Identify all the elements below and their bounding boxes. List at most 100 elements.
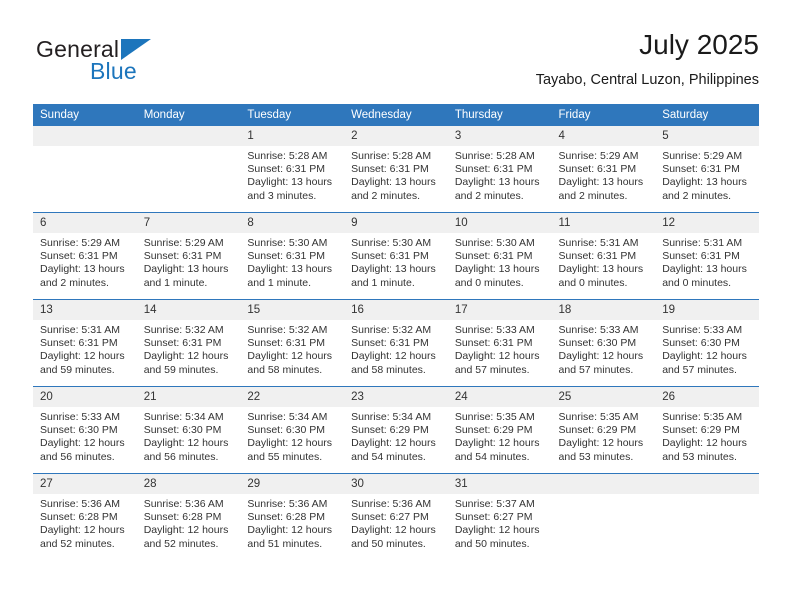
- daylight-duration-line1: Daylight: 13 hours: [247, 176, 333, 189]
- day-details: Sunrise: 5:33 AM Sunset: 6:30 PM Daylight:…: [33, 407, 137, 464]
- weekday-header-monday: Monday: [136, 104, 241, 126]
- sunset-time: Sunset: 6:28 PM: [40, 511, 118, 524]
- day-number: 25: [551, 387, 656, 407]
- sunset-time: Sunset: 6:28 PM: [247, 511, 326, 524]
- calendar-day-cell[interactable]: 21 Sunrise: 5:34 AM Sunset: 6:30 PM Dayligh…: [136, 386, 241, 474]
- calendar-day-cell[interactable]: 14 Sunrise: 5:32 AM Sunset: 6:31 PM Dayligh…: [136, 299, 241, 387]
- calendar-day-cell[interactable]: 5 Sunrise: 5:29 AM Sunset: 6:31 PM Daylight…: [655, 126, 759, 213]
- daylight-duration-line1: Daylight: 12 hours: [40, 350, 125, 363]
- calendar-day-cell[interactable]: 3 Sunrise: 5:28 AM Sunset: 6:31 PM Daylight…: [447, 126, 552, 213]
- calendar-day-cell[interactable]: 11 Sunrise: 5:31 AM Sunset: 6:31 PM Dayligh…: [551, 212, 656, 300]
- calendar-day-cell[interactable]: 25 Sunrise: 5:35 AM Sunset: 6:29 PM Dayligh…: [551, 386, 656, 474]
- logo-text-blue: Blue: [90, 58, 137, 84]
- sunset-time: Sunset: 6:30 PM: [40, 424, 118, 437]
- sunset-time: Sunset: 6:31 PM: [454, 337, 533, 350]
- general-blue-logo[interactable]: General Blue: [33, 36, 263, 92]
- daylight-duration-line1: Daylight: 12 hours: [662, 437, 747, 450]
- day-number: 8: [240, 213, 345, 233]
- day-number: 17: [447, 300, 552, 320]
- calendar-day-cell[interactable]: 10 Sunrise: 5:30 AM Sunset: 6:31 PM Dayligh…: [447, 212, 552, 300]
- sunset-time: Sunset: 6:29 PM: [662, 424, 740, 437]
- weekday-header-tuesday: Tuesday: [240, 104, 345, 126]
- calendar-day-cell[interactable]: 6 Sunrise: 5:29 AM Sunset: 6:31 PM Daylight…: [33, 212, 137, 300]
- day-details: Sunrise: 5:28 AM Sunset: 6:31 PM Daylight:…: [448, 146, 552, 203]
- daylight-duration-line2: and 1 minute.: [143, 276, 208, 289]
- calendar-day-cell[interactable]: 29 Sunrise: 5:36 AM Sunset: 6:28 PM Dayligh…: [240, 473, 345, 560]
- day-details: Sunrise: 5:33 AM Sunset: 6:30 PM Daylight:…: [552, 320, 656, 377]
- calendar-day-cell[interactable]: 13 Sunrise: 5:31 AM Sunset: 6:31 PM Dayligh…: [33, 299, 137, 387]
- calendar-day-cell[interactable]: 31 Sunrise: 5:37 AM Sunset: 6:27 PM Dayligh…: [447, 473, 552, 560]
- calendar-week-row: 6 Sunrise: 5:29 AM Sunset: 6:31 PM Daylight…: [33, 212, 759, 300]
- calendar-day-cell[interactable]: 1 Sunrise: 5:28 AM Sunset: 6:31 PM Daylight…: [240, 126, 345, 213]
- day-number: 4: [551, 126, 656, 146]
- calendar-day-cell[interactable]: 19 Sunrise: 5:33 AM Sunset: 6:30 PM Dayligh…: [655, 299, 759, 387]
- calendar-day-cell[interactable]: 4 Sunrise: 5:29 AM Sunset: 6:31 PM Daylight…: [551, 126, 656, 213]
- daylight-duration-line2: and 54 minutes.: [351, 450, 426, 463]
- day-number: 9: [344, 213, 448, 233]
- calendar-day-cell[interactable]: 8 Sunrise: 5:30 AM Sunset: 6:31 PM Daylight…: [240, 212, 345, 300]
- sunset-time: Sunset: 6:30 PM: [247, 424, 326, 437]
- daylight-duration-line1: Daylight: 12 hours: [247, 350, 333, 363]
- daylight-duration-line1: Daylight: 13 hours: [351, 263, 436, 276]
- daylight-duration-line1: Daylight: 13 hours: [662, 263, 747, 276]
- day-details: Sunrise: 5:33 AM Sunset: 6:30 PM Daylight:…: [655, 320, 759, 377]
- day-details: Sunrise: 5:29 AM Sunset: 6:31 PM Daylight:…: [655, 146, 759, 203]
- sunrise-time: Sunrise: 5:30 AM: [351, 237, 432, 249]
- day-number: 6: [33, 213, 137, 233]
- daylight-duration-line1: Daylight: 13 hours: [247, 263, 333, 276]
- day-number: 30: [344, 474, 448, 494]
- daylight-duration-line1: Daylight: 12 hours: [143, 437, 229, 450]
- calendar-day-cell[interactable]: 18 Sunrise: 5:33 AM Sunset: 6:30 PM Dayligh…: [551, 299, 656, 387]
- sunset-time: Sunset: 6:31 PM: [247, 250, 326, 263]
- day-details: Sunrise: 5:29 AM Sunset: 6:31 PM Daylight:…: [552, 146, 656, 203]
- calendar-day-cell[interactable]: 12 Sunrise: 5:31 AM Sunset: 6:31 PM Dayligh…: [655, 212, 759, 300]
- calendar-day-cell[interactable]: 9 Sunrise: 5:30 AM Sunset: 6:31 PM Daylight…: [344, 212, 448, 300]
- daylight-duration-line2: and 0 minutes.: [662, 276, 732, 289]
- sunset-time: Sunset: 6:30 PM: [143, 424, 222, 437]
- daylight-duration-line1: Daylight: 12 hours: [351, 524, 436, 537]
- sunset-time: Sunset: 6:31 PM: [558, 163, 637, 176]
- calendar-day-cell[interactable]: 16 Sunrise: 5:32 AM Sunset: 6:31 PM Dayligh…: [344, 299, 448, 387]
- daylight-duration-line1: Daylight: 13 hours: [351, 176, 436, 189]
- calendar-day-cell[interactable]: 26 Sunrise: 5:35 AM Sunset: 6:29 PM Dayligh…: [655, 386, 759, 474]
- calendar-day-cell[interactable]: 24 Sunrise: 5:35 AM Sunset: 6:29 PM Dayligh…: [447, 386, 552, 474]
- day-number: 24: [447, 387, 552, 407]
- calendar-day-cell[interactable]: 15 Sunrise: 5:32 AM Sunset: 6:31 PM Dayligh…: [240, 299, 345, 387]
- daylight-duration-line2: and 2 minutes.: [351, 189, 420, 202]
- day-details: Sunrise: 5:32 AM Sunset: 6:31 PM Daylight:…: [344, 320, 448, 377]
- daylight-duration-line1: Daylight: 12 hours: [143, 350, 229, 363]
- day-number: 18: [551, 300, 656, 320]
- daylight-duration-line2: and 57 minutes.: [662, 363, 737, 376]
- daylight-duration-line2: and 57 minutes.: [454, 363, 530, 376]
- sunrise-time: Sunrise: 5:29 AM: [143, 237, 224, 249]
- day-number: 1: [240, 126, 345, 146]
- calendar-day-cell[interactable]: 23 Sunrise: 5:34 AM Sunset: 6:29 PM Dayligh…: [344, 386, 448, 474]
- daylight-duration-line2: and 2 minutes.: [40, 276, 109, 289]
- day-number: [33, 126, 137, 146]
- calendar-body: 1 Sunrise: 5:28 AM Sunset: 6:31 PM Daylight…: [33, 126, 759, 560]
- daylight-duration-line1: Daylight: 12 hours: [454, 437, 540, 450]
- daylight-duration-line1: Daylight: 13 hours: [454, 263, 540, 276]
- calendar-day-cell[interactable]: 27 Sunrise: 5:36 AM Sunset: 6:28 PM Dayligh…: [33, 473, 137, 560]
- calendar-day-cell[interactable]: 20 Sunrise: 5:33 AM Sunset: 6:30 PM Dayligh…: [33, 386, 137, 474]
- calendar-day-cell[interactable]: 2 Sunrise: 5:28 AM Sunset: 6:31 PM Daylight…: [344, 126, 448, 213]
- calendar-day-cell[interactable]: 22 Sunrise: 5:34 AM Sunset: 6:30 PM Dayligh…: [240, 386, 345, 474]
- triangle-icon: [121, 39, 151, 60]
- sunrise-time: Sunrise: 5:29 AM: [662, 150, 743, 162]
- calendar-day-cell[interactable]: 28 Sunrise: 5:36 AM Sunset: 6:28 PM Dayligh…: [136, 473, 241, 560]
- calendar-day-cell[interactable]: 17 Sunrise: 5:33 AM Sunset: 6:31 PM Dayligh…: [447, 299, 552, 387]
- calendar-day-cell[interactable]: 7 Sunrise: 5:29 AM Sunset: 6:31 PM Daylight…: [136, 212, 241, 300]
- day-details: Sunrise: 5:36 AM Sunset: 6:28 PM Daylight:…: [240, 494, 344, 551]
- sunset-time: Sunset: 6:29 PM: [558, 424, 637, 437]
- daylight-duration-line1: Daylight: 13 hours: [558, 176, 644, 189]
- daylight-duration-line1: Daylight: 12 hours: [662, 350, 747, 363]
- day-number: 26: [655, 387, 759, 407]
- daylight-duration-line1: Daylight: 12 hours: [143, 524, 229, 537]
- sunrise-time: Sunrise: 5:28 AM: [351, 150, 432, 162]
- calendar-day-cell[interactable]: 30 Sunrise: 5:36 AM Sunset: 6:27 PM Dayligh…: [344, 473, 448, 560]
- day-details: Sunrise: 5:34 AM Sunset: 6:30 PM Daylight:…: [137, 407, 241, 464]
- sunrise-time: Sunrise: 5:30 AM: [247, 237, 328, 249]
- daylight-duration-line2: and 53 minutes.: [558, 450, 634, 463]
- sunset-time: Sunset: 6:30 PM: [558, 337, 637, 350]
- page-title: July 2025: [639, 29, 759, 60]
